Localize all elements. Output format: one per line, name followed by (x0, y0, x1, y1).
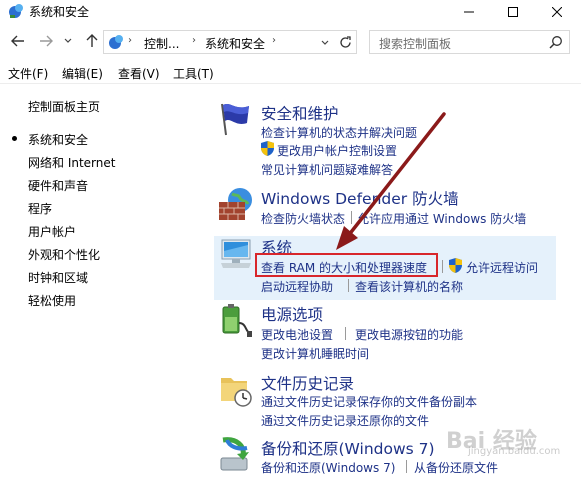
search-placeholder: 搜索控制面板 (379, 37, 452, 51)
sidebar-item-appearance[interactable]: 外观和个性化 (28, 246, 100, 263)
computer-icon (221, 239, 251, 268)
link-launch-remote-assistance[interactable]: 启动远程协助 (261, 278, 333, 295)
link-change-sleep-time[interactable]: 更改计算机睡眠时间 (261, 345, 369, 362)
watermark-subtext: jingyan.baidu.com (468, 446, 561, 457)
menu-edit[interactable]: 编辑(E) (62, 65, 103, 82)
minimize-icon (464, 11, 474, 13)
uac-shield-icon (261, 141, 274, 156)
back-button[interactable] (9, 32, 27, 50)
close-button[interactable] (535, 0, 579, 24)
backup-icon (220, 437, 249, 471)
search-icon[interactable] (549, 35, 563, 49)
link-separator (406, 460, 407, 473)
link-separator (348, 279, 349, 292)
search-input[interactable]: 搜索控制面板 (369, 30, 570, 54)
sidebar-item-programs[interactable]: 程序 (28, 200, 52, 217)
annotation-highlight-box (255, 253, 438, 277)
maximize-icon (508, 7, 518, 17)
address-bar[interactable]: › 控制... › 系统和安全 › (103, 30, 357, 54)
forward-button[interactable] (37, 32, 55, 50)
link-power-button-function[interactable]: 更改电源按钮的功能 (355, 326, 463, 343)
maximize-button[interactable] (491, 0, 535, 24)
control-panel-icon (9, 4, 23, 18)
recent-locations-button[interactable] (62, 32, 74, 50)
firewall-icon (219, 188, 252, 220)
refresh-icon[interactable] (339, 36, 352, 49)
battery-icon (222, 304, 252, 337)
sidebar-item-user-accounts[interactable]: 用户帐户 (28, 223, 76, 240)
link-allow-app-firewall[interactable]: 允许应用通过 Windows 防火墙 (357, 210, 526, 227)
flag-icon (221, 103, 249, 136)
link-change-battery-settings[interactable]: 更改电池设置 (261, 326, 333, 343)
category-title[interactable]: 备份和还原(Windows 7) (261, 437, 435, 459)
category-title[interactable]: 电源选项 (261, 303, 323, 325)
breadcrumb-separator: › (192, 35, 196, 46)
sidebar-item-home[interactable]: 控制面板主页 (28, 98, 100, 115)
breadcrumb-separator: › (272, 35, 276, 46)
arrow-left-icon (11, 35, 24, 47)
breadcrumb-system-security[interactable]: 系统和安全 (205, 35, 265, 52)
breadcrumb-control-panel[interactable]: 控制... (144, 35, 179, 52)
link-backup-restore[interactable]: 备份和还原(Windows 7) (261, 459, 395, 476)
menu-bar: 文件(F) 编辑(E) 查看(V) 工具(T) (0, 62, 581, 84)
arrow-right-icon (40, 35, 53, 47)
category-title[interactable]: 文件历史记录 (261, 372, 354, 394)
sidebar-item-clock-region[interactable]: 时钟和区域 (28, 269, 88, 286)
link-restore-from-backup[interactable]: 从备份还原文件 (414, 459, 498, 476)
menu-view[interactable]: 查看(V) (118, 65, 160, 82)
category-title[interactable]: Windows Defender 防火墙 (261, 187, 459, 209)
link-separator (345, 327, 346, 340)
sidebar-item-hardware[interactable]: 硬件和声音 (28, 177, 88, 194)
title-bar: 系统和安全 (0, 0, 581, 24)
link-view-computer-name[interactable]: 查看该计算机的名称 (355, 278, 463, 295)
link-check-status[interactable]: 检查计算机的状态并解决问题 (261, 124, 417, 141)
link-check-firewall[interactable]: 检查防火墙状态 (261, 210, 345, 227)
sidebar-item-system-security: 系统和安全 (28, 133, 89, 147)
link-separator (442, 260, 443, 273)
arrow-up-icon (86, 34, 98, 47)
link-restore-files[interactable]: 通过文件历史记录还原你的文件 (261, 412, 429, 429)
breadcrumb-separator: › (128, 35, 132, 46)
category-title[interactable]: 安全和维护 (261, 102, 339, 124)
window-title: 系统和安全 (29, 5, 90, 19)
menu-file[interactable]: 文件(F) (8, 65, 48, 82)
link-change-uac[interactable]: 更改用户帐户控制设置 (277, 142, 397, 159)
close-icon (552, 7, 562, 17)
control-panel-icon (109, 35, 123, 49)
sidebar-item-network[interactable]: 网络和 Internet (28, 154, 115, 171)
up-button[interactable] (83, 32, 101, 50)
link-separator (351, 211, 352, 224)
folder-clock-icon (221, 378, 252, 407)
uac-shield-icon (449, 258, 462, 273)
current-item-bullet (12, 136, 17, 141)
link-allow-remote-access[interactable]: 允许远程访问 (466, 259, 538, 276)
sidebar-item-ease-of-access[interactable]: 轻松使用 (28, 292, 76, 309)
minimize-button[interactable] (447, 0, 491, 24)
link-troubleshoot[interactable]: 常见计算机问题疑难解答 (261, 161, 393, 178)
chevron-down-icon (64, 38, 72, 43)
menu-tools[interactable]: 工具(T) (173, 65, 214, 82)
link-save-backup-copies[interactable]: 通过文件历史记录保存你的文件备份副本 (261, 393, 477, 410)
chevron-down-icon[interactable] (321, 40, 329, 46)
